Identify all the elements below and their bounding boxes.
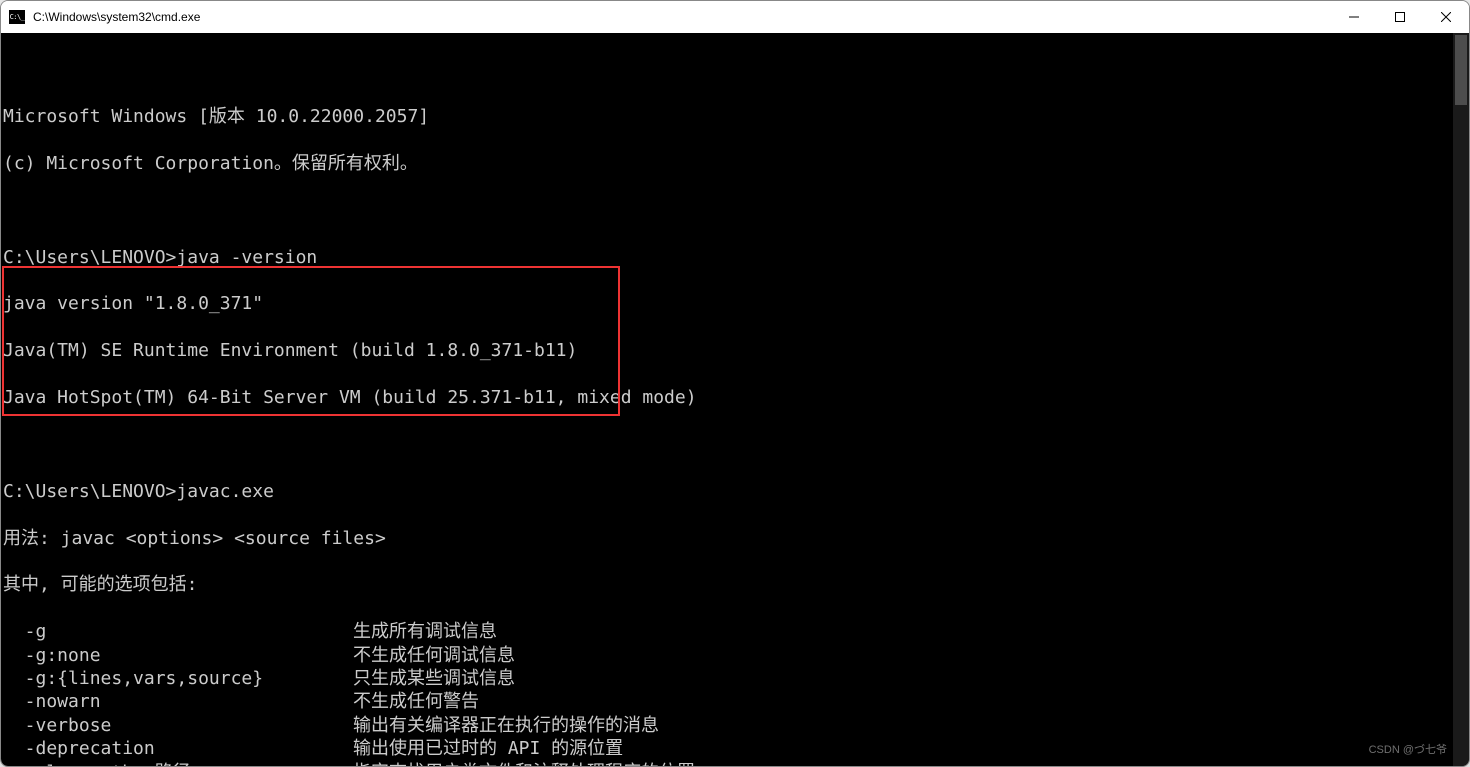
close-button[interactable]	[1423, 1, 1469, 33]
output-line: Java(TM) SE Runtime Environment (build 1…	[3, 339, 1467, 362]
minimize-button[interactable]	[1331, 1, 1377, 33]
prompt-line: C:\Users\LENOVO>javac.exe	[3, 480, 1467, 503]
cmd-window: C:\Windows\system32\cmd.exe Microsoft Wi…	[0, 0, 1470, 767]
option-flag: -verbose	[3, 714, 353, 737]
option-desc: 不生成任何警告	[353, 691, 479, 712]
command-text: java -version	[176, 247, 317, 268]
output-line: Java HotSpot(TM) 64-Bit Server VM (build…	[3, 386, 1467, 409]
command-text: javac.exe	[176, 481, 274, 502]
prompt: C:\Users\LENOVO>	[3, 481, 176, 502]
empty-line	[3, 199, 1467, 222]
output-line: 其中, 可能的选项包括:	[3, 573, 1467, 596]
option-flag: -g:none	[3, 644, 353, 667]
option-desc: 不生成任何调试信息	[353, 645, 515, 666]
banner-line: (c) Microsoft Corporation。保留所有权利。	[3, 152, 1467, 175]
banner-line: Microsoft Windows [版本 10.0.22000.2057]	[3, 105, 1467, 128]
terminal-area[interactable]: Microsoft Windows [版本 10.0.22000.2057] (…	[1, 33, 1469, 766]
prompt: C:\Users\LENOVO>	[3, 247, 176, 268]
option-flag: -g	[3, 620, 353, 643]
option-desc: 输出有关编译器正在执行的操作的消息	[353, 715, 659, 736]
cmd-icon	[9, 10, 25, 24]
output-line: 用法: javac <options> <source files>	[3, 527, 1467, 550]
option-flag: -classpath <路径>	[3, 761, 353, 766]
window-title: C:\Windows\system32\cmd.exe	[33, 10, 1331, 24]
output-line: java version "1.8.0_371"	[3, 292, 1467, 315]
vertical-scrollbar[interactable]	[1453, 33, 1469, 766]
option-desc: 输出使用已过时的 API 的源位置	[353, 738, 623, 759]
option-line: -g生成所有调试信息	[3, 620, 1467, 643]
close-icon	[1441, 12, 1451, 22]
option-line: -verbose输出有关编译器正在执行的操作的消息	[3, 714, 1467, 737]
option-line: -nowarn不生成任何警告	[3, 690, 1467, 713]
terminal-content: Microsoft Windows [版本 10.0.22000.2057] (…	[3, 82, 1467, 766]
prompt-line: C:\Users\LENOVO>java -version	[3, 246, 1467, 269]
option-flag: -g:{lines,vars,source}	[3, 667, 353, 690]
scrollbar-thumb[interactable]	[1455, 35, 1467, 105]
option-desc: 生成所有调试信息	[353, 621, 497, 642]
minimize-icon	[1349, 12, 1359, 22]
option-line: -g:{lines,vars,source}只生成某些调试信息	[3, 667, 1467, 690]
maximize-button[interactable]	[1377, 1, 1423, 33]
option-desc: 只生成某些调试信息	[353, 668, 515, 689]
option-line: -deprecation输出使用已过时的 API 的源位置	[3, 737, 1467, 760]
option-flag: -deprecation	[3, 737, 353, 760]
option-flag: -nowarn	[3, 690, 353, 713]
watermark-text: CSDN @づ七爷	[1369, 739, 1447, 762]
titlebar[interactable]: C:\Windows\system32\cmd.exe	[1, 1, 1469, 33]
option-desc: 指定查找用户类文件和注释处理程序的位置	[353, 762, 695, 766]
option-line: -g:none不生成任何调试信息	[3, 644, 1467, 667]
window-controls	[1331, 1, 1469, 33]
maximize-icon	[1395, 12, 1405, 22]
empty-line	[3, 433, 1467, 456]
option-line: -classpath <路径>指定查找用户类文件和注释处理程序的位置	[3, 761, 1467, 766]
